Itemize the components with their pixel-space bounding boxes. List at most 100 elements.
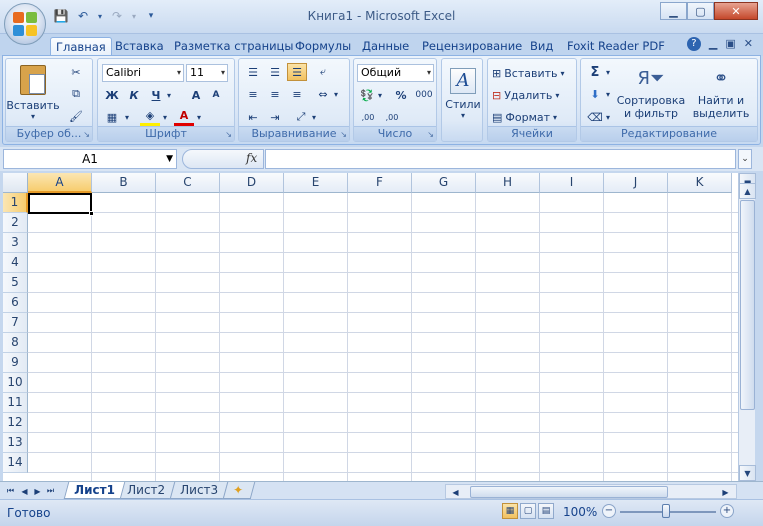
- column-header[interactable]: A: [28, 173, 92, 193]
- tab-view[interactable]: Вид: [525, 37, 558, 56]
- row-header[interactable]: 5: [3, 273, 28, 293]
- tab-page-layout[interactable]: Разметка страницы: [169, 37, 298, 56]
- italic-button[interactable]: К: [124, 86, 144, 104]
- align-top-icon[interactable]: ☰: [243, 63, 263, 81]
- column-header[interactable]: D: [220, 173, 284, 193]
- decrease-decimal-button[interactable]: ,00: [381, 108, 403, 126]
- column-header[interactable]: F: [348, 173, 412, 193]
- last-sheet-icon[interactable]: ⏭: [45, 484, 56, 498]
- shrink-font-button[interactable]: A: [206, 86, 226, 104]
- find-select-button[interactable]: ⚭ Найти и выделить: [687, 63, 755, 125]
- fill-color-dropdown-icon[interactable]: ▾: [160, 108, 170, 126]
- zoom-in-button[interactable]: +: [720, 504, 734, 518]
- underline-dropdown-icon[interactable]: ▾: [164, 86, 174, 104]
- row-header[interactable]: 4: [3, 253, 28, 273]
- copy-icon[interactable]: ⧉: [66, 85, 86, 103]
- borders-dropdown-icon[interactable]: ▾: [122, 108, 132, 126]
- font-dialog-launcher-icon[interactable]: ↘: [225, 130, 232, 139]
- row-header[interactable]: 9: [3, 353, 28, 373]
- minimize-workbook-icon[interactable]: ▁: [709, 37, 717, 51]
- row-header[interactable]: 1: [3, 193, 28, 213]
- minimize-button[interactable]: ▁: [660, 2, 687, 20]
- row-header[interactable]: 8: [3, 333, 28, 353]
- format-painter-icon[interactable]: 🖌: [66, 107, 86, 125]
- row-header[interactable]: 14: [3, 453, 28, 473]
- grow-font-button[interactable]: A: [186, 86, 206, 104]
- sheet-tab-1[interactable]: Лист1: [63, 482, 126, 499]
- row-header[interactable]: 12: [3, 413, 28, 433]
- sheet-tab-3[interactable]: Лист3: [169, 482, 229, 499]
- zoom-out-button[interactable]: −: [602, 504, 616, 518]
- worksheet-grid[interactable]: ABCDEFGHIJK 1 2 3 4 5 6 7 8 9 10 11 12 13 14: [3, 173, 738, 481]
- insert-cells-button[interactable]: ⊞ Вставить ▾: [492, 64, 565, 82]
- column-header[interactable]: J: [604, 173, 668, 193]
- first-sheet-icon[interactable]: ⏮: [5, 484, 16, 498]
- active-cell[interactable]: [28, 193, 92, 214]
- font-color-icon[interactable]: A: [174, 108, 194, 126]
- column-header[interactable]: H: [476, 173, 540, 193]
- format-cells-button[interactable]: ▤ Формат ▾: [492, 108, 557, 126]
- fill-down-icon[interactable]: ⬇: [585, 85, 605, 103]
- help-icon[interactable]: ?: [686, 37, 701, 51]
- align-left-icon[interactable]: ≡: [243, 85, 263, 103]
- fill-handle[interactable]: [89, 211, 94, 216]
- clear-dropdown-icon[interactable]: ▾: [603, 108, 613, 126]
- align-right-icon[interactable]: ≡: [287, 85, 307, 103]
- currency-icon[interactable]: 💱: [357, 86, 377, 104]
- tab-home[interactable]: Главная: [50, 37, 112, 56]
- expand-formula-bar-icon[interactable]: ⌄: [738, 149, 752, 169]
- font-size-combo[interactable]: 11 ▾: [186, 64, 228, 82]
- currency-dropdown-icon[interactable]: ▾: [375, 86, 385, 104]
- name-box[interactable]: A1 ▼: [3, 149, 177, 169]
- zoom-level[interactable]: 100%: [563, 505, 597, 519]
- borders-icon[interactable]: ▦: [102, 108, 122, 126]
- office-button[interactable]: [4, 3, 46, 45]
- autosum-button[interactable]: Σ: [585, 63, 605, 81]
- sheet-tab-2[interactable]: Лист2: [116, 482, 176, 499]
- row-header[interactable]: 3: [3, 233, 28, 253]
- maximize-button[interactable]: ▢: [687, 2, 714, 20]
- merge-dropdown-icon[interactable]: ▾: [331, 85, 341, 103]
- sort-filter-button[interactable]: Я⏷ Сортировка и фильтр: [617, 63, 686, 125]
- font-color-dropdown-icon[interactable]: ▾: [194, 108, 204, 126]
- dialog-launcher-icon[interactable]: ↘: [83, 130, 90, 139]
- page-break-view-icon[interactable]: ▤: [538, 503, 554, 519]
- thousands-button[interactable]: 000: [413, 86, 435, 104]
- align-middle-icon[interactable]: ☰: [265, 63, 285, 81]
- select-all-button[interactable]: [3, 173, 28, 193]
- row-header[interactable]: 6: [3, 293, 28, 313]
- bold-button[interactable]: Ж: [102, 86, 122, 104]
- formula-input[interactable]: [265, 149, 736, 169]
- restore-workbook-icon[interactable]: ▣: [725, 37, 735, 51]
- number-dialog-launcher-icon[interactable]: ↘: [427, 130, 434, 139]
- insert-sheet-tab[interactable]: ✦: [222, 482, 256, 499]
- column-header[interactable]: B: [92, 173, 156, 193]
- align-bottom-icon[interactable]: ☰: [287, 63, 307, 81]
- horizontal-scroll-thumb[interactable]: [470, 486, 668, 498]
- tab-formulas[interactable]: Формулы: [290, 37, 356, 56]
- prev-sheet-icon[interactable]: ◀: [19, 484, 30, 498]
- underline-button[interactable]: Ч: [146, 86, 166, 104]
- increase-indent-icon[interactable]: ⇥: [265, 108, 285, 126]
- scroll-down-icon[interactable]: ▼: [739, 465, 756, 481]
- cell-grid[interactable]: [28, 193, 738, 481]
- vertical-scrollbar[interactable]: ▬ ▲ ▼: [738, 173, 756, 481]
- increase-decimal-button[interactable]: ,00: [357, 108, 379, 126]
- horizontal-scrollbar[interactable]: ◀ ▶: [445, 484, 737, 499]
- scroll-left-icon[interactable]: ◀: [450, 485, 461, 499]
- row-header[interactable]: 2: [3, 213, 28, 233]
- font-name-combo[interactable]: Calibri ▾: [102, 64, 184, 82]
- alignment-dialog-launcher-icon[interactable]: ↘: [340, 130, 347, 139]
- row-header[interactable]: 11: [3, 393, 28, 413]
- row-header[interactable]: 13: [3, 433, 28, 453]
- normal-view-icon[interactable]: ▦: [502, 503, 518, 519]
- wrap-text-icon[interactable]: ⤶: [313, 63, 333, 81]
- column-header[interactable]: C: [156, 173, 220, 193]
- fill-dropdown-icon[interactable]: ▾: [603, 85, 613, 103]
- merge-center-icon[interactable]: ⇔: [313, 85, 333, 103]
- row-header[interactable]: 7: [3, 313, 28, 333]
- next-sheet-icon[interactable]: ▶: [32, 484, 43, 498]
- number-format-combo[interactable]: Общий ▾: [357, 64, 434, 82]
- name-box-dropdown-icon[interactable]: ▼: [166, 150, 173, 168]
- column-header[interactable]: G: [412, 173, 476, 193]
